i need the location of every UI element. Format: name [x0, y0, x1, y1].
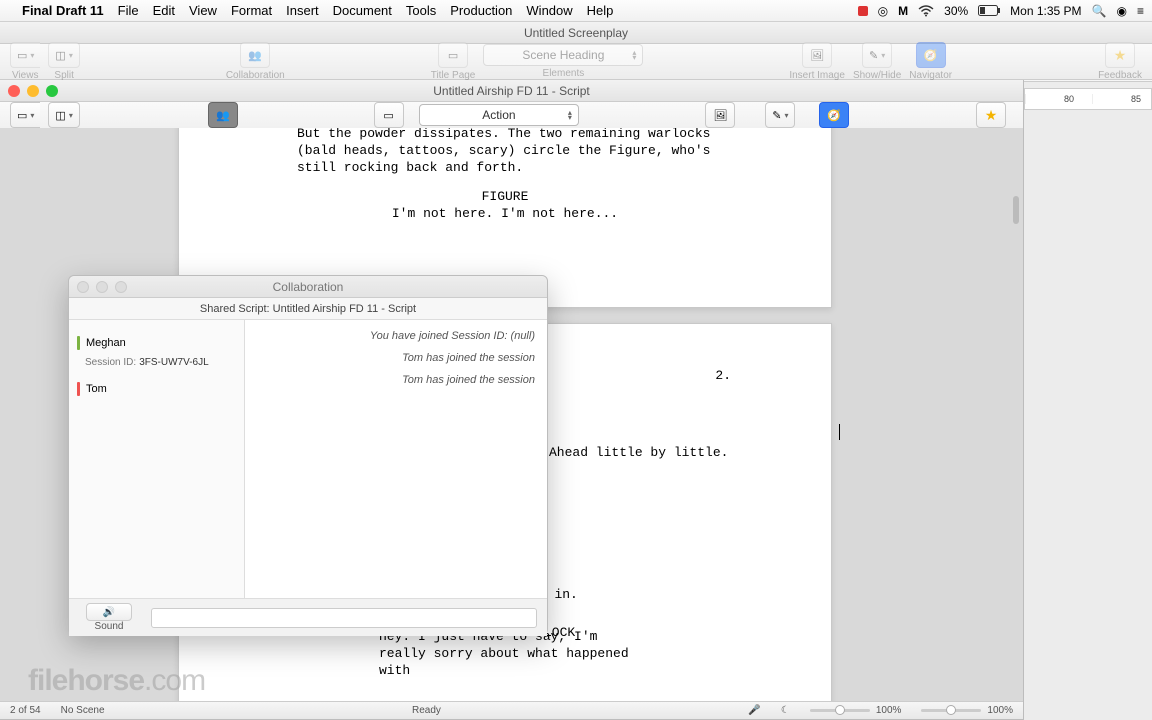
menu-edit[interactable]: Edit — [153, 3, 175, 18]
menu-insert[interactable]: Insert — [286, 3, 319, 18]
menu-window[interactable]: Window — [526, 3, 572, 18]
menu-production[interactable]: Production — [450, 3, 512, 18]
background-toolbar: ▭▾Views ◫▾Split 👥Collaboration ▭Title Pa… — [0, 44, 1152, 80]
macos-menubar: Final Draft 11 File Edit View Format Ins… — [0, 0, 1152, 22]
menu-view[interactable]: View — [189, 3, 217, 18]
moon-icon[interactable]: ☾ — [781, 705, 790, 716]
character-name[interactable]: FIGURE — [179, 188, 831, 205]
right-ruler: 80 85 — [1024, 88, 1152, 110]
collaboration-button[interactable]: 👥 — [240, 42, 270, 68]
title-page-button[interactable]: ▭ — [438, 42, 468, 68]
collab-messages: You have joined Session ID: (null) Tom h… — [245, 320, 547, 598]
cc-icon[interactable]: ◎ — [878, 4, 888, 18]
views-button[interactable]: ▭▾ — [10, 102, 40, 128]
elements-dropdown[interactable]: Scene Heading▴▾ — [483, 44, 643, 66]
menu-format[interactable]: Format — [231, 3, 272, 18]
menu-file[interactable]: File — [118, 3, 139, 18]
notification-center-icon[interactable]: ≡ — [1137, 4, 1144, 18]
app-name[interactable]: Final Draft 11 — [22, 3, 104, 18]
collaboration-button[interactable]: 👥 — [208, 102, 238, 128]
zoom-control-1[interactable]: 100% — [810, 705, 902, 716]
close-icon[interactable] — [77, 281, 89, 293]
menu-tools[interactable]: Tools — [406, 3, 436, 18]
vertical-scrollbar[interactable] — [1011, 176, 1021, 701]
feedback-button[interactable]: ★ — [1105, 42, 1135, 68]
collab-title: Collaboration — [69, 276, 547, 298]
text-cursor — [839, 424, 840, 440]
collab-message: Tom has joined the session — [257, 374, 535, 386]
wifi-icon[interactable] — [918, 5, 934, 17]
title-page-button[interactable]: ▭ — [374, 102, 404, 128]
split-button[interactable]: ◫▾ — [48, 42, 79, 68]
feedback-button[interactable]: ★ — [976, 102, 1006, 128]
close-icon[interactable] — [8, 85, 20, 97]
menu-document[interactable]: Document — [333, 3, 392, 18]
battery-icon — [978, 5, 1000, 16]
collab-message: You have joined Session ID: (null) — [257, 330, 535, 342]
page-indicator[interactable]: 2 of 54 — [10, 705, 41, 716]
minimize-icon[interactable] — [96, 281, 108, 293]
split-button[interactable]: ◫▾ — [48, 102, 79, 128]
status-bar: 2 of 54 No Scene Ready 🎤 ☾ 100% 100% — [0, 701, 1023, 719]
background-window: Untitled Screenplay ▭▾Views ◫▾Split 👥Col… — [0, 22, 1152, 82]
status-ready: Ready — [412, 705, 441, 716]
collab-participants: Meghan Session ID: 3FS-UW7V-6JL Tom — [69, 320, 245, 598]
zoom-icon[interactable] — [115, 281, 127, 293]
insert-image-button[interactable]: 🖼 — [802, 42, 832, 68]
background-window-title: Untitled Screenplay — [0, 22, 1152, 44]
minimize-icon[interactable] — [27, 85, 39, 97]
scene-indicator[interactable]: No Scene — [61, 705, 105, 716]
elements-dropdown[interactable]: Action▴▾ — [419, 104, 579, 126]
participant-tom[interactable]: Tom — [77, 382, 236, 396]
watermark: filehorse.com — [28, 664, 205, 698]
battery-percent: 30% — [944, 4, 968, 18]
collab-window-controls[interactable] — [77, 281, 127, 293]
zoom-icon[interactable] — [46, 85, 58, 97]
dialogue[interactable]: I'm not here. I'm not here... — [179, 205, 831, 222]
m-icon[interactable]: M — [898, 4, 908, 18]
action-line[interactable]: Ahead little by little. — [549, 444, 728, 461]
navigator-button[interactable]: 🧭 — [916, 42, 946, 68]
chat-input[interactable] — [151, 608, 537, 628]
status-icon[interactable] — [858, 6, 868, 16]
clock[interactable]: Mon 1:35 PM — [1010, 4, 1081, 18]
show-hide-button[interactable]: ✎▾ — [862, 42, 892, 68]
main-window-title: Untitled Airship FD 11 - Script — [0, 80, 1023, 102]
menu-help[interactable]: Help — [587, 3, 614, 18]
speaker-icon: 🔊 — [103, 607, 115, 618]
collaboration-panel: Collaboration Shared Script: Untitled Ai… — [68, 275, 548, 635]
spotlight-icon[interactable]: 🔍 — [1092, 4, 1107, 18]
scrollbar-thumb[interactable] — [1013, 196, 1019, 224]
action-block[interactable]: But the powder dissipates. The two remai… — [297, 128, 713, 176]
participant-meghan[interactable]: Meghan — [77, 336, 236, 350]
insert-image-button[interactable]: 🖼 — [705, 102, 735, 128]
session-id: 3FS-UW7V-6JL — [139, 357, 208, 368]
sound-toggle[interactable]: 🔊Sound — [79, 603, 139, 632]
siri-icon[interactable]: ◉ — [1117, 4, 1127, 18]
mic-icon[interactable]: 🎤 — [748, 705, 760, 716]
zoom-control-2[interactable]: 100% — [921, 705, 1013, 716]
views-button[interactable]: ▭▾ — [10, 42, 40, 68]
page-number: 2. — [715, 368, 731, 383]
collab-subtitle: Shared Script: Untitled Airship FD 11 - … — [69, 298, 547, 320]
collab-message: Tom has joined the session — [257, 352, 535, 364]
menubar-status: ◎ M 30% Mon 1:35 PM 🔍 ◉ ≡ — [858, 4, 1144, 18]
navigator-button[interactable]: 🧭 — [819, 102, 849, 128]
show-hide-button[interactable]: ✎▾ — [765, 102, 795, 128]
window-controls[interactable] — [8, 85, 58, 97]
